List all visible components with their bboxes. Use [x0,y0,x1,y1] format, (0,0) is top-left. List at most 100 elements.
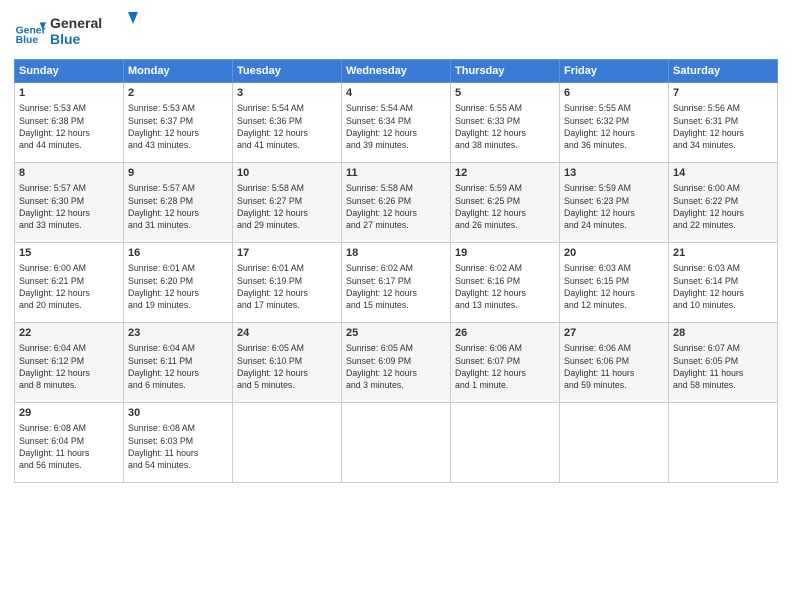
calendar-cell: 13Sunrise: 5:59 AM Sunset: 6:23 PM Dayli… [560,163,669,243]
day-info: Sunrise: 6:00 AM Sunset: 6:21 PM Dayligh… [19,262,119,311]
calendar-cell [233,403,342,483]
day-number: 9 [128,166,228,181]
day-number: 29 [19,406,119,421]
svg-text:Blue: Blue [16,35,39,46]
logo: General Blue General Blue [14,10,140,53]
day-number: 20 [564,246,664,261]
day-info: Sunrise: 5:54 AM Sunset: 6:36 PM Dayligh… [237,102,337,151]
calendar-cell: 24Sunrise: 6:05 AM Sunset: 6:10 PM Dayli… [233,323,342,403]
calendar-cell: 5Sunrise: 5:55 AM Sunset: 6:33 PM Daylig… [451,83,560,163]
day-number: 3 [237,86,337,101]
day-info: Sunrise: 6:05 AM Sunset: 6:10 PM Dayligh… [237,342,337,391]
day-info: Sunrise: 5:54 AM Sunset: 6:34 PM Dayligh… [346,102,446,151]
day-info: Sunrise: 6:05 AM Sunset: 6:09 PM Dayligh… [346,342,446,391]
calendar-cell: 20Sunrise: 6:03 AM Sunset: 6:15 PM Dayli… [560,243,669,323]
day-info: Sunrise: 5:55 AM Sunset: 6:33 PM Dayligh… [455,102,555,151]
day-number: 17 [237,246,337,261]
calendar-cell: 15Sunrise: 6:00 AM Sunset: 6:21 PM Dayli… [15,243,124,323]
day-number: 15 [19,246,119,261]
day-info: Sunrise: 5:53 AM Sunset: 6:38 PM Dayligh… [19,102,119,151]
day-number: 8 [19,166,119,181]
calendar-cell: 7Sunrise: 5:56 AM Sunset: 6:31 PM Daylig… [669,83,778,163]
day-number: 2 [128,86,228,101]
calendar-cell [451,403,560,483]
weekday-header-saturday: Saturday [669,60,778,83]
calendar-cell: 22Sunrise: 6:04 AM Sunset: 6:12 PM Dayli… [15,323,124,403]
weekday-header-thursday: Thursday [451,60,560,83]
day-info: Sunrise: 5:53 AM Sunset: 6:37 PM Dayligh… [128,102,228,151]
day-info: Sunrise: 6:06 AM Sunset: 6:07 PM Dayligh… [455,342,555,391]
calendar-cell: 21Sunrise: 6:03 AM Sunset: 6:14 PM Dayli… [669,243,778,323]
day-info: Sunrise: 5:57 AM Sunset: 6:28 PM Dayligh… [128,182,228,231]
day-info: Sunrise: 6:06 AM Sunset: 6:06 PM Dayligh… [564,342,664,391]
svg-text:General: General [50,15,102,31]
calendar-cell: 17Sunrise: 6:01 AM Sunset: 6:19 PM Dayli… [233,243,342,323]
calendar-cell [669,403,778,483]
day-info: Sunrise: 6:04 AM Sunset: 6:11 PM Dayligh… [128,342,228,391]
weekday-header-sunday: Sunday [15,60,124,83]
calendar-cell: 23Sunrise: 6:04 AM Sunset: 6:11 PM Dayli… [124,323,233,403]
day-info: Sunrise: 6:07 AM Sunset: 6:05 PM Dayligh… [673,342,773,391]
day-number: 6 [564,86,664,101]
calendar-cell: 16Sunrise: 6:01 AM Sunset: 6:20 PM Dayli… [124,243,233,323]
day-info: Sunrise: 6:01 AM Sunset: 6:20 PM Dayligh… [128,262,228,311]
weekday-header-tuesday: Tuesday [233,60,342,83]
day-number: 24 [237,326,337,341]
day-number: 18 [346,246,446,261]
calendar-cell: 30Sunrise: 6:08 AM Sunset: 6:03 PM Dayli… [124,403,233,483]
day-info: Sunrise: 5:56 AM Sunset: 6:31 PM Dayligh… [673,102,773,151]
day-number: 28 [673,326,773,341]
day-info: Sunrise: 6:03 AM Sunset: 6:14 PM Dayligh… [673,262,773,311]
day-number: 22 [19,326,119,341]
calendar-cell: 6Sunrise: 5:55 AM Sunset: 6:32 PM Daylig… [560,83,669,163]
day-number: 10 [237,166,337,181]
calendar-cell: 14Sunrise: 6:00 AM Sunset: 6:22 PM Dayli… [669,163,778,243]
weekday-header-wednesday: Wednesday [342,60,451,83]
calendar-cell: 3Sunrise: 5:54 AM Sunset: 6:36 PM Daylig… [233,83,342,163]
day-info: Sunrise: 6:00 AM Sunset: 6:22 PM Dayligh… [673,182,773,231]
calendar-cell: 25Sunrise: 6:05 AM Sunset: 6:09 PM Dayli… [342,323,451,403]
calendar-cell [342,403,451,483]
day-number: 19 [455,246,555,261]
calendar-cell: 28Sunrise: 6:07 AM Sunset: 6:05 PM Dayli… [669,323,778,403]
day-info: Sunrise: 5:59 AM Sunset: 6:25 PM Dayligh… [455,182,555,231]
calendar-cell: 2Sunrise: 5:53 AM Sunset: 6:37 PM Daylig… [124,83,233,163]
day-number: 11 [346,166,446,181]
day-number: 27 [564,326,664,341]
day-number: 12 [455,166,555,181]
day-number: 25 [346,326,446,341]
weekday-header-monday: Monday [124,60,233,83]
day-info: Sunrise: 6:02 AM Sunset: 6:16 PM Dayligh… [455,262,555,311]
calendar-cell: 11Sunrise: 5:58 AM Sunset: 6:26 PM Dayli… [342,163,451,243]
calendar-cell: 10Sunrise: 5:58 AM Sunset: 6:27 PM Dayli… [233,163,342,243]
calendar-cell [560,403,669,483]
calendar-cell: 1Sunrise: 5:53 AM Sunset: 6:38 PM Daylig… [15,83,124,163]
weekday-header-friday: Friday [560,60,669,83]
calendar-table: SundayMondayTuesdayWednesdayThursdayFrid… [14,59,778,483]
day-info: Sunrise: 5:59 AM Sunset: 6:23 PM Dayligh… [564,182,664,231]
calendar-cell: 18Sunrise: 6:02 AM Sunset: 6:17 PM Dayli… [342,243,451,323]
day-number: 13 [564,166,664,181]
calendar-cell: 19Sunrise: 6:02 AM Sunset: 6:16 PM Dayli… [451,243,560,323]
calendar-cell: 27Sunrise: 6:06 AM Sunset: 6:06 PM Dayli… [560,323,669,403]
calendar-cell: 12Sunrise: 5:59 AM Sunset: 6:25 PM Dayli… [451,163,560,243]
svg-text:Blue: Blue [50,31,81,47]
day-info: Sunrise: 6:02 AM Sunset: 6:17 PM Dayligh… [346,262,446,311]
calendar-cell: 29Sunrise: 6:08 AM Sunset: 6:04 PM Dayli… [15,403,124,483]
day-number: 4 [346,86,446,101]
day-info: Sunrise: 6:03 AM Sunset: 6:15 PM Dayligh… [564,262,664,311]
day-info: Sunrise: 5:58 AM Sunset: 6:26 PM Dayligh… [346,182,446,231]
day-info: Sunrise: 6:04 AM Sunset: 6:12 PM Dayligh… [19,342,119,391]
calendar-cell: 8Sunrise: 5:57 AM Sunset: 6:30 PM Daylig… [15,163,124,243]
day-number: 5 [455,86,555,101]
day-info: Sunrise: 6:08 AM Sunset: 6:04 PM Dayligh… [19,422,119,471]
day-number: 16 [128,246,228,261]
day-number: 26 [455,326,555,341]
day-info: Sunrise: 6:01 AM Sunset: 6:19 PM Dayligh… [237,262,337,311]
day-number: 30 [128,406,228,421]
day-number: 7 [673,86,773,101]
day-number: 21 [673,246,773,261]
calendar-cell: 9Sunrise: 5:57 AM Sunset: 6:28 PM Daylig… [124,163,233,243]
day-info: Sunrise: 6:08 AM Sunset: 6:03 PM Dayligh… [128,422,228,471]
day-number: 14 [673,166,773,181]
